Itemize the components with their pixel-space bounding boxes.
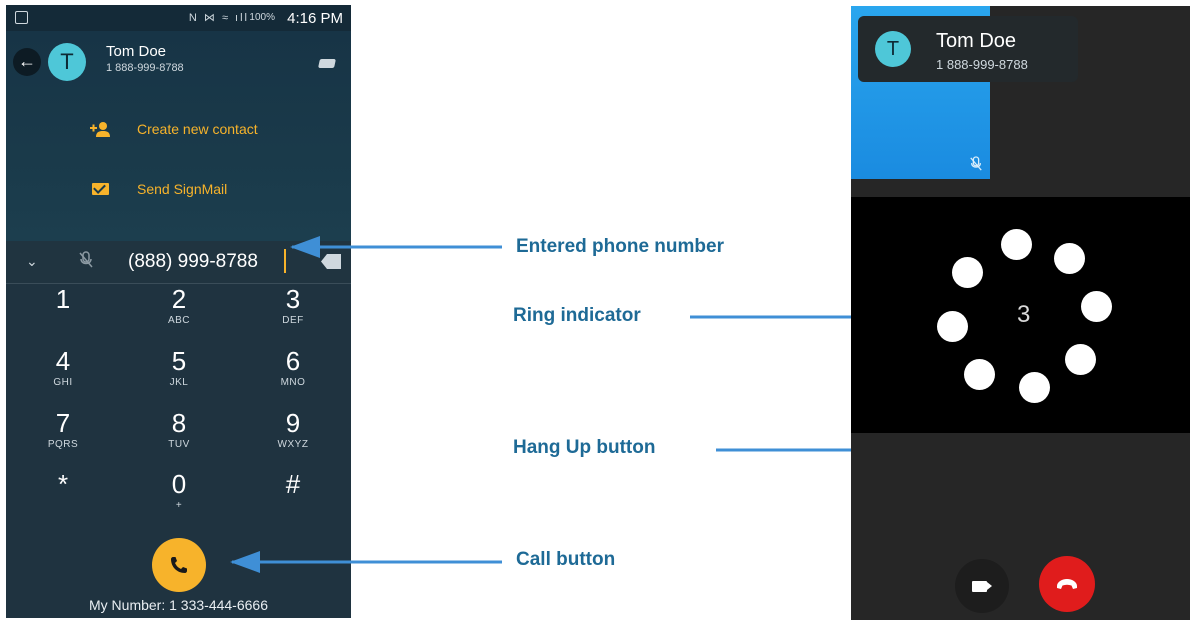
calling-screen: T Tom Doe 1 888-999-8788 3 [851, 6, 1190, 620]
ring-dot [1054, 243, 1085, 274]
ring-dot [952, 257, 983, 288]
hang-up-icon [1057, 579, 1077, 589]
contact-name: Tom Doe [936, 30, 1017, 52]
ring-dot [1081, 291, 1112, 322]
label-hang-up-button: Hang Up button [513, 437, 656, 458]
ring-count: 3 [1017, 301, 1031, 328]
ring-dot [964, 359, 995, 390]
hang-up-button[interactable] [1039, 556, 1095, 612]
ring-dot [1001, 229, 1032, 260]
video-camera-icon [972, 581, 992, 592]
ring-indicator: 3 [851, 197, 1190, 433]
label-call-button: Call button [516, 549, 616, 570]
ring-dot [1019, 372, 1050, 403]
ring-dot [1065, 344, 1096, 375]
caller-card: T Tom Doe 1 888-999-8788 [858, 16, 1078, 82]
video-toggle-button[interactable] [955, 559, 1009, 613]
contact-phone: 1 888-999-8788 [936, 57, 1028, 72]
ring-dot [937, 311, 968, 342]
label-entered-phone-number: Entered phone number [516, 236, 724, 257]
avatar: T [875, 31, 911, 67]
label-ring-indicator: Ring indicator [513, 305, 641, 326]
mic-off-icon [970, 156, 982, 171]
